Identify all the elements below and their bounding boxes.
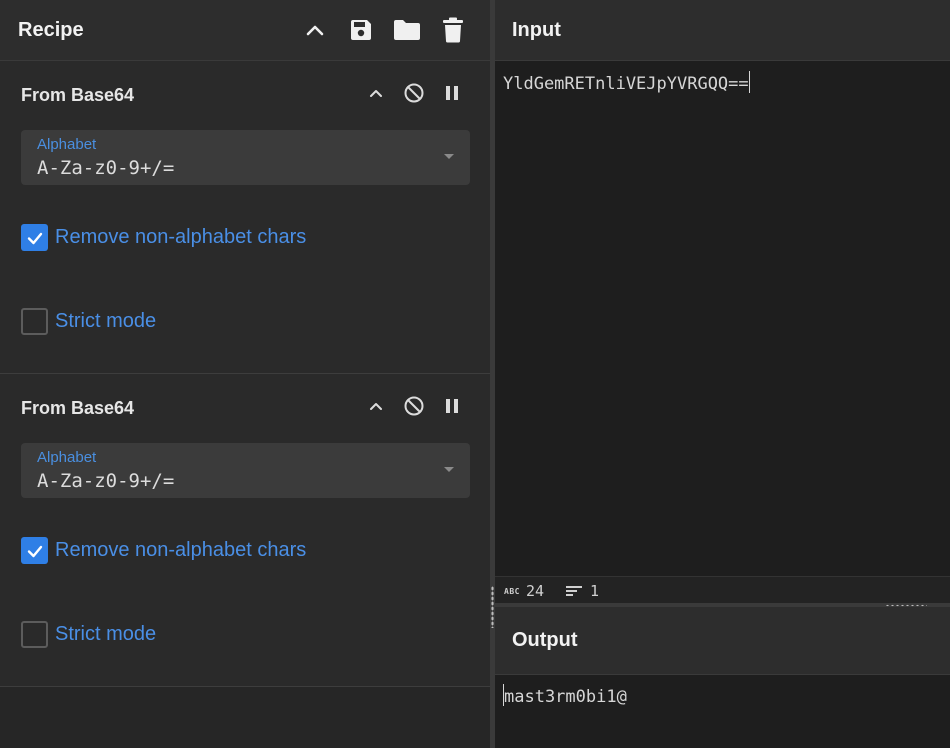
remove-non-alphabet-option[interactable]: Remove non-alphabet chars bbox=[21, 224, 306, 251]
remove-non-alphabet-option[interactable]: Remove non-alphabet chars bbox=[21, 537, 306, 564]
operation-title: From Base64 bbox=[21, 398, 135, 418]
trash-icon[interactable] bbox=[439, 16, 467, 44]
output-value: mast3rm0bi1@ bbox=[504, 687, 627, 707]
strict-mode-checkbox[interactable] bbox=[21, 308, 48, 335]
lines-icon bbox=[566, 584, 583, 598]
input-status-bar: ABC 24 1 bbox=[495, 576, 950, 605]
recipe-drop-area[interactable] bbox=[0, 687, 491, 748]
operation-from-base64: From Base64 Alphabet A-Za-z0-9+/= Remove… bbox=[0, 374, 491, 687]
alphabet-value: A-Za-z0-9+/= bbox=[37, 470, 175, 492]
chevron-up-icon[interactable] bbox=[363, 393, 389, 419]
output-title: Output bbox=[512, 629, 578, 651]
chevron-up-icon[interactable] bbox=[363, 80, 389, 106]
remove-non-alphabet-label[interactable]: Remove non-alphabet chars bbox=[55, 539, 306, 562]
alphabet-label: Alphabet bbox=[37, 136, 97, 153]
disable-icon[interactable] bbox=[401, 393, 427, 419]
operation-from-base64: From Base64 Alphabet A-Za-z0-9+/= Remove… bbox=[0, 61, 491, 374]
alphabet-value: A-Za-z0-9+/= bbox=[37, 157, 175, 179]
strict-mode-label[interactable]: Strict mode bbox=[55, 310, 156, 333]
input-header: Input bbox=[495, 0, 950, 61]
text-cursor bbox=[748, 71, 750, 93]
abc-length-icon: ABC bbox=[504, 586, 520, 596]
pause-icon[interactable] bbox=[439, 393, 465, 419]
strict-mode-label[interactable]: Strict mode bbox=[55, 623, 156, 646]
input-value: YldGemRETnliVEJpYVRGQQ== bbox=[503, 74, 749, 94]
operation-title: From Base64 bbox=[21, 85, 135, 105]
strict-mode-option[interactable]: Strict mode bbox=[21, 308, 156, 335]
strict-mode-checkbox[interactable] bbox=[21, 621, 48, 648]
input-length: 24 bbox=[525, 582, 545, 600]
alphabet-select[interactable]: Alphabet A-Za-z0-9+/= bbox=[21, 130, 470, 185]
pause-icon[interactable] bbox=[439, 80, 465, 106]
strict-mode-option[interactable]: Strict mode bbox=[21, 621, 156, 648]
disable-icon[interactable] bbox=[401, 80, 427, 106]
dropdown-caret-icon bbox=[444, 154, 454, 159]
input-title: Input bbox=[512, 18, 561, 41]
output-pane: Output mast3rm0bi1@ bbox=[495, 607, 950, 748]
folder-icon[interactable] bbox=[393, 16, 421, 44]
output-textarea[interactable]: mast3rm0bi1@ bbox=[503, 684, 627, 707]
input-pane: Input YldGemRETnliVEJpYVRGQQ== ABC 24 1 bbox=[495, 0, 950, 605]
remove-non-alphabet-label[interactable]: Remove non-alphabet chars bbox=[55, 226, 306, 249]
alphabet-select[interactable]: Alphabet A-Za-z0-9+/= bbox=[21, 443, 470, 498]
checkmark-icon bbox=[27, 232, 42, 244]
recipe-header: Recipe bbox=[0, 0, 491, 61]
operation-controls bbox=[351, 80, 465, 106]
recipe-header-actions bbox=[283, 16, 467, 44]
recipe-pane: Recipe From Base64 Alphabet A-Za-z0-9+/=… bbox=[0, 0, 491, 748]
operation-controls bbox=[351, 393, 465, 419]
chevron-up-icon[interactable] bbox=[301, 16, 329, 44]
input-lines: 1 bbox=[590, 582, 600, 600]
output-header: Output bbox=[495, 607, 950, 675]
alphabet-label: Alphabet bbox=[37, 449, 97, 466]
input-textarea[interactable]: YldGemRETnliVEJpYVRGQQ== bbox=[503, 71, 750, 94]
dropdown-caret-icon bbox=[444, 467, 454, 472]
save-icon[interactable] bbox=[347, 16, 375, 44]
recipe-title: Recipe bbox=[18, 18, 84, 41]
checkmark-icon bbox=[27, 545, 42, 557]
remove-non-alphabet-checkbox[interactable] bbox=[21, 537, 48, 564]
remove-non-alphabet-checkbox[interactable] bbox=[21, 224, 48, 251]
resize-grip-icon[interactable] bbox=[491, 586, 494, 628]
